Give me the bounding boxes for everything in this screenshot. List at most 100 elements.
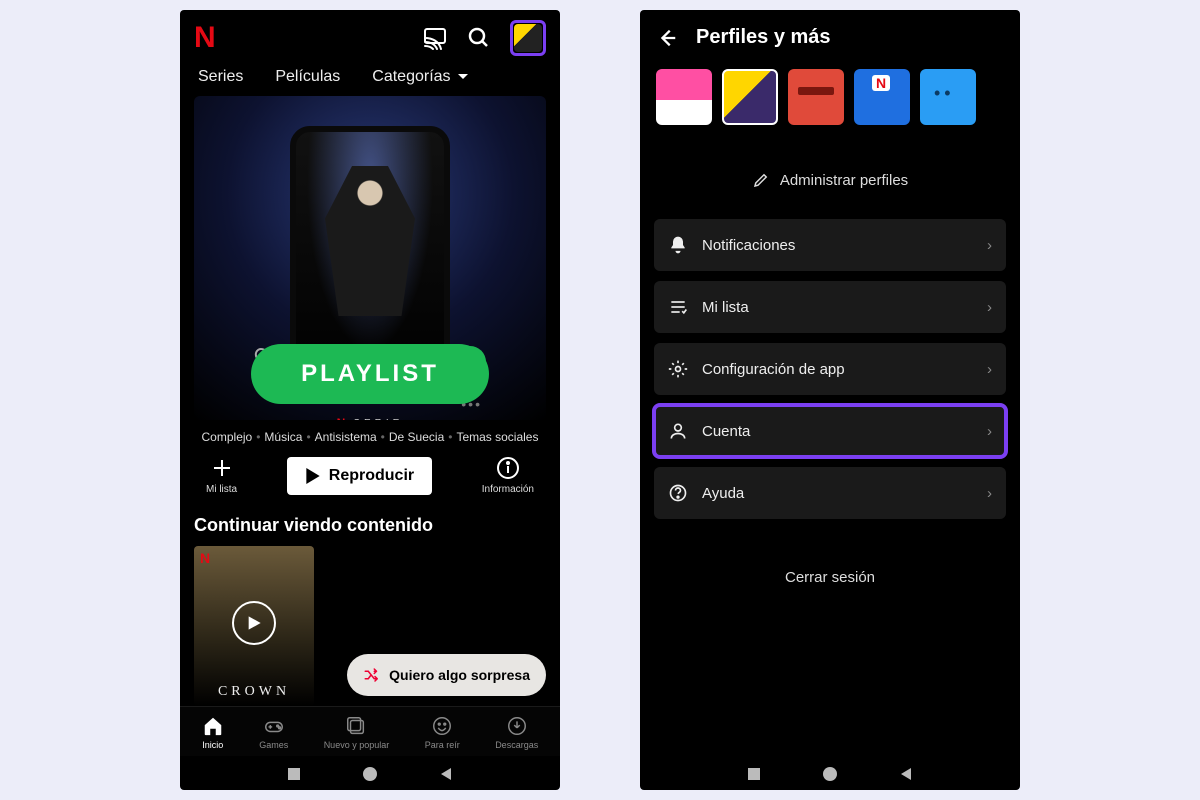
profiles-header: Perfiles y más	[640, 10, 1020, 59]
laugh-icon	[431, 715, 453, 737]
hero-featured[interactable]: ••• N SERIE PLAYLIST	[194, 96, 546, 420]
resume-play-icon[interactable]	[232, 601, 276, 645]
tab-peliculas[interactable]: Películas	[275, 68, 340, 86]
back-icon[interactable]	[656, 27, 678, 49]
gamepad-icon	[263, 715, 285, 737]
nav-new[interactable]: Nuevo y popular	[324, 715, 390, 750]
menu-notifications-label: Notificaciones	[702, 237, 795, 254]
continue-card-title: CROWN	[218, 684, 290, 700]
netflix-n-icon: N	[200, 550, 210, 566]
search-icon[interactable]	[466, 25, 492, 51]
surprise-button[interactable]: Quiero algo sorpresa	[347, 654, 546, 696]
settings-menu: Notificaciones › Mi lista › Configuració…	[640, 219, 1020, 519]
android-back-icon[interactable]	[438, 766, 454, 782]
nav-games-label: Games	[259, 740, 288, 750]
menu-app-config[interactable]: Configuración de app ›	[654, 343, 1006, 395]
profile-avatar-3[interactable]	[788, 69, 844, 125]
profile-avatar-highlight	[510, 20, 546, 56]
serie-label: SERIE	[353, 418, 403, 421]
menu-help-label: Ayuda	[702, 485, 744, 502]
list-check-icon	[668, 297, 688, 317]
add-to-list-label: Mi lista	[206, 484, 237, 495]
hero-actions: Mi lista Reproducir Información	[180, 456, 560, 509]
bottom-nav: Inicio Games Nuevo y popular Para reír D…	[180, 706, 560, 756]
tag: Complejo	[202, 430, 253, 444]
tab-categorias[interactable]: Categorías	[372, 68, 468, 86]
bell-icon	[668, 235, 688, 255]
manage-profiles-button[interactable]: Administrar perfiles	[640, 131, 1020, 219]
home-icon	[202, 715, 224, 737]
info-button[interactable]: Información	[482, 456, 534, 495]
person-icon	[668, 421, 688, 441]
profiles-row	[640, 59, 1020, 131]
gear-icon	[668, 359, 688, 379]
signout-button[interactable]: Cerrar sesión	[640, 519, 1020, 636]
tag: Temas sociales	[456, 430, 538, 444]
android-nav-bar	[180, 756, 560, 790]
chevron-right-icon: ›	[987, 423, 992, 440]
nav-home[interactable]: Inicio	[202, 715, 224, 750]
menu-mylist[interactable]: Mi lista ›	[654, 281, 1006, 333]
profiles-title: Perfiles y más	[696, 26, 831, 49]
chevron-down-icon	[457, 71, 469, 83]
chevron-right-icon: ›	[987, 361, 992, 378]
hero-serie-badge: N SERIE	[337, 416, 404, 420]
android-home-icon[interactable]	[362, 766, 378, 782]
chevron-right-icon: ›	[987, 485, 992, 502]
plus-icon	[210, 456, 234, 480]
info-icon	[496, 456, 520, 480]
menu-notifications[interactable]: Notificaciones ›	[654, 219, 1006, 271]
profile-avatar-button[interactable]	[514, 24, 542, 52]
help-icon	[668, 483, 688, 503]
nav-laugh[interactable]: Para reír	[425, 715, 460, 750]
play-icon	[305, 468, 321, 484]
tag: Música	[264, 430, 302, 444]
tag: Antisistema	[315, 430, 377, 444]
hero-title: PLAYLIST	[251, 344, 489, 404]
netflix-profiles-screen: Perfiles y más Administrar perfiles Noti…	[640, 10, 1020, 790]
nav-home-label: Inicio	[202, 740, 223, 750]
menu-account-highlight[interactable]: Cuenta ›	[654, 405, 1006, 457]
android-home-icon[interactable]	[822, 766, 838, 782]
category-tabs: Series Películas Categorías	[180, 60, 560, 96]
top-bar: N	[180, 10, 560, 60]
tab-categorias-label: Categorías	[372, 68, 450, 86]
download-icon	[506, 715, 528, 737]
profile-avatar-2-selected[interactable]	[722, 69, 778, 125]
netflix-logo[interactable]: N	[194, 21, 216, 55]
profile-avatar-4[interactable]	[854, 69, 910, 125]
info-label: Información	[482, 484, 534, 495]
chevron-right-icon: ›	[987, 237, 992, 254]
shuffle-icon	[363, 666, 381, 684]
continue-watching-heading: Continuar viendo contenido	[180, 509, 560, 546]
continue-watching-row: N CROWN Quiero algo sorpresa	[180, 546, 560, 706]
play-button[interactable]: Reproducir	[287, 457, 432, 495]
menu-help[interactable]: Ayuda ›	[654, 467, 1006, 519]
pencil-icon	[752, 171, 770, 189]
nav-downloads-label: Descargas	[495, 740, 538, 750]
hero-tags: Complejo• Música• Antisistema• De Suecia…	[180, 420, 560, 456]
play-button-label: Reproducir	[329, 467, 414, 485]
nav-games[interactable]: Games	[259, 715, 288, 750]
menu-mylist-label: Mi lista	[702, 299, 749, 316]
netflix-n-icon: N	[337, 416, 350, 420]
android-recent-icon[interactable]	[286, 766, 302, 782]
add-to-list-button[interactable]: Mi lista	[206, 456, 237, 495]
nav-downloads[interactable]: Descargas	[495, 715, 538, 750]
android-back-icon[interactable]	[898, 766, 914, 782]
continue-card[interactable]: N CROWN	[194, 546, 314, 706]
nav-new-label: Nuevo y popular	[324, 740, 390, 750]
android-nav-bar	[640, 756, 1020, 790]
cast-icon[interactable]	[422, 25, 448, 51]
android-recent-icon[interactable]	[746, 766, 762, 782]
tab-series[interactable]: Series	[198, 68, 243, 86]
chevron-right-icon: ›	[987, 299, 992, 316]
menu-account-label: Cuenta	[702, 423, 750, 440]
tag: De Suecia	[389, 430, 444, 444]
profile-avatar-5[interactable]	[920, 69, 976, 125]
surprise-label: Quiero algo sorpresa	[389, 667, 530, 683]
manage-profiles-label: Administrar perfiles	[780, 172, 908, 189]
nav-laugh-label: Para reír	[425, 740, 460, 750]
profile-avatar-1[interactable]	[656, 69, 712, 125]
menu-app-config-label: Configuración de app	[702, 361, 845, 378]
